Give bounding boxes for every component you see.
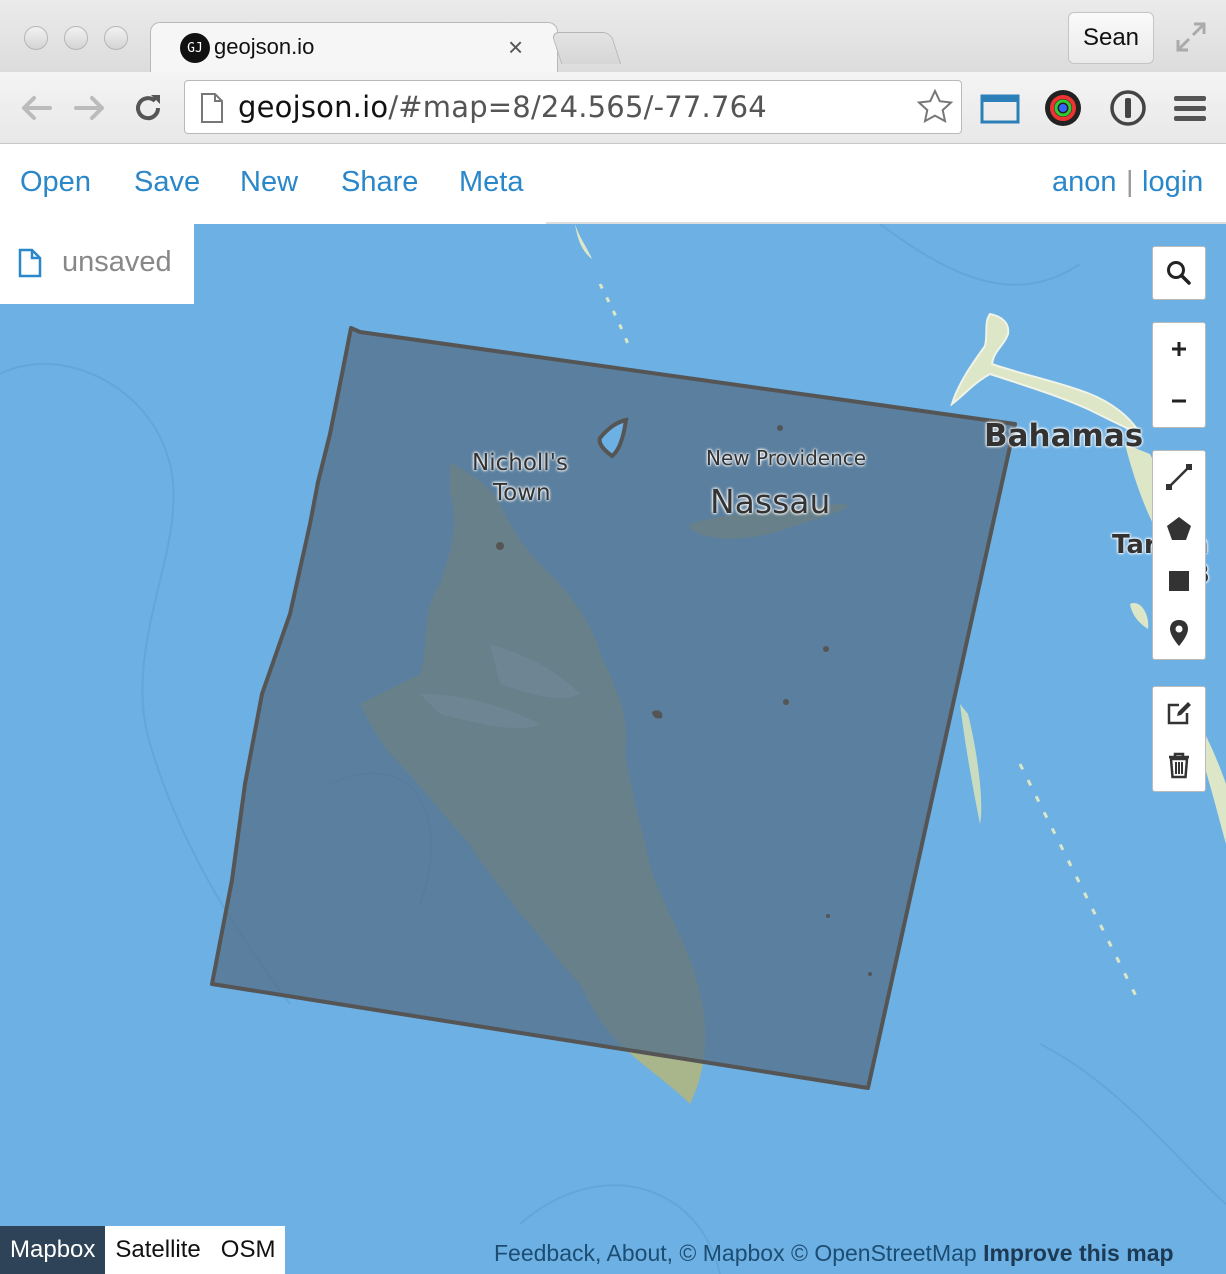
layer-mapbox[interactable]: Mapbox (0, 1226, 106, 1274)
cast-icon[interactable] (980, 88, 1020, 128)
url-host: geojson.io (238, 90, 389, 124)
auth-user[interactable]: anon (1052, 166, 1117, 199)
draw-marker-icon[interactable] (1153, 607, 1205, 659)
new-tab-button[interactable] (550, 32, 622, 64)
file-status: unsaved (62, 246, 172, 278)
map-label-tarpum-1: Tar (1112, 530, 1157, 560)
menu-new[interactable]: New (240, 166, 298, 199)
auth-separator: | (1126, 166, 1134, 198)
back-icon[interactable] (16, 88, 56, 128)
page-icon (200, 92, 224, 129)
search-icon[interactable] (1153, 247, 1205, 299)
map-label-nicholls-town: Nicholl's (472, 450, 568, 476)
zoom-control (1152, 322, 1206, 428)
edit-icon[interactable] (1153, 687, 1205, 739)
feedback-link[interactable]: Feedback (494, 1240, 595, 1266)
map-label-bahamas: Bahamas (984, 418, 1144, 454)
layer-satellite[interactable]: Satellite (105, 1226, 210, 1274)
edit-control (1152, 686, 1206, 792)
forward-icon[interactable] (70, 88, 110, 128)
attribution-comma-2: , (666, 1240, 674, 1266)
password-manager-icon[interactable] (1108, 88, 1148, 128)
fullscreen-icon[interactable] (1174, 20, 1208, 54)
draw-line-icon[interactable] (1153, 451, 1205, 503)
auth-login[interactable]: login (1142, 166, 1203, 199)
close-window-button[interactable] (24, 26, 48, 50)
zoom-window-button[interactable] (104, 26, 128, 50)
url-text[interactable]: geojson.io/#map=8/24.565/-77.764 (238, 90, 767, 124)
zoom-out-icon[interactable] (1153, 375, 1205, 427)
attribution-comma-1: , (595, 1240, 602, 1266)
menu-meta[interactable]: Meta (459, 166, 523, 199)
about-link[interactable]: About (607, 1240, 667, 1266)
improve-map-link[interactable]: Improve this map (983, 1240, 1173, 1266)
menu-share[interactable]: Share (341, 166, 418, 199)
menu-open[interactable]: Open (20, 166, 91, 199)
zoom-in-icon[interactable] (1153, 323, 1205, 375)
map[interactable]: Nicholl's Town New Providence Nassau Bah… (0, 224, 1226, 1274)
draw-polygon-icon[interactable] (1153, 503, 1205, 555)
url-path: /#map=8/24.565/-77.764 (388, 90, 767, 124)
osm-attribution-link[interactable]: © OpenStreetMap (791, 1240, 977, 1266)
draw-rectangle-icon[interactable] (1153, 555, 1205, 607)
tab-title: geojson.io (214, 34, 315, 59)
map-label-town: Town (493, 480, 551, 506)
map-label-new-providence: New Providence (706, 446, 867, 470)
menu-save[interactable]: Save (134, 166, 200, 199)
tab-close-icon[interactable]: × (508, 32, 523, 63)
draw-control (1152, 450, 1206, 660)
mapbox-attribution-link[interactable]: © Mapbox (679, 1240, 784, 1266)
reload-icon[interactable] (128, 88, 168, 128)
color-picker-icon[interactable] (1043, 88, 1083, 128)
map-canvas[interactable] (0, 224, 1226, 1274)
file-icon (18, 248, 42, 283)
browser-tab[interactable] (150, 22, 558, 74)
favicon-icon: GJ (180, 33, 210, 63)
search-control (1152, 246, 1206, 300)
delete-icon[interactable] (1153, 739, 1205, 791)
profile-button[interactable]: Sean (1068, 12, 1154, 64)
minimize-window-button[interactable] (64, 26, 88, 50)
attribution: Feedback, About, © Mapbox © OpenStreetMa… (494, 1240, 1174, 1267)
map-label-nassau: Nassau (710, 482, 831, 521)
menu-icon[interactable] (1172, 88, 1212, 128)
bookmark-star-icon[interactable] (916, 88, 954, 131)
layer-switcher: Mapbox Satellite OSM (0, 1226, 286, 1274)
layer-osm[interactable]: OSM (211, 1226, 286, 1274)
